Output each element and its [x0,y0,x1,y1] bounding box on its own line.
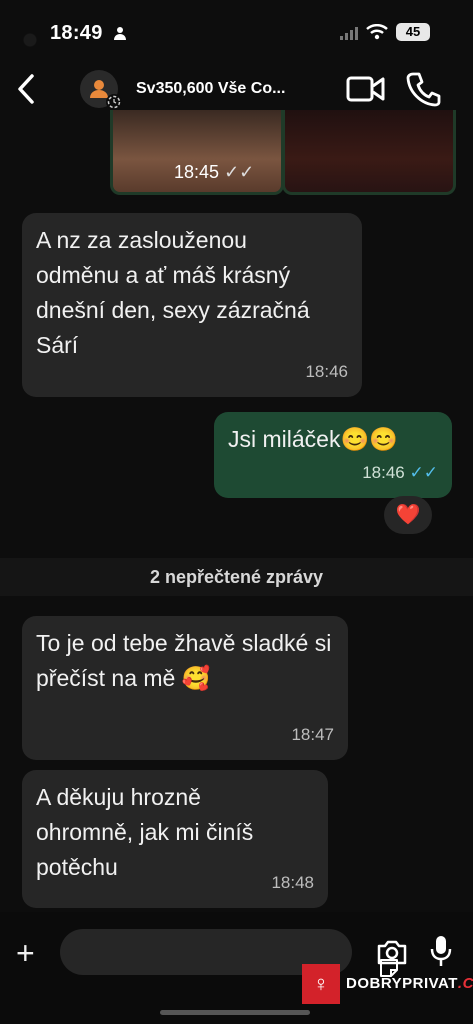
disappearing-timer-icon [106,94,122,110]
battery-indicator: 45 [396,23,430,41]
cellular-signal-icon [340,27,358,40]
watermark-logo: ♀ DOBRYPRIVAT.CZ [302,962,473,1006]
read-receipt-icon: ✓✓ [409,463,439,482]
person-icon [114,27,126,40]
message-bubble-incoming[interactable]: A nz za zaslouženou odměnu a ať máš krás… [22,213,362,397]
status-bar: 18:49 45 [0,0,473,64]
message-timestamp: 18:47 [291,725,334,744]
watermark-tld: .CZ [457,975,473,992]
message-meta: 18:46 ✓✓ [362,455,438,490]
chat-header: Sv350,600 Vše Co... [0,64,473,116]
message-bubble-incoming[interactable]: A děkuju hrozně ohromně, jak mi činíš po… [22,770,328,908]
message-bubble-incoming[interactable]: To je od tebe žhavě sladké si přečíst na… [22,616,348,760]
back-chevron-icon[interactable] [12,72,42,106]
attach-plus-icon[interactable]: + [16,937,35,969]
heart-reaction[interactable]: ❤️ [384,496,432,534]
photo-timestamp: 18:45 ✓✓ [174,162,255,182]
watermark-text: DOBRYPRIVAT.CZ [346,975,473,992]
photo-thumbnail[interactable] [282,110,456,195]
message-text: A nz za zaslouženou odměnu a ať máš krás… [36,227,310,358]
photo-messages: 18:45 ✓✓ [110,110,460,195]
wifi-icon [366,24,388,40]
message-timestamp: 18:46 [305,362,348,381]
message-text: To je od tebe žhavě sladké si přečíst na… [36,630,332,691]
message-bubble-outgoing[interactable]: Jsi miláček😊😊 18:46 ✓✓ [214,412,452,498]
phone-call-icon[interactable] [405,70,441,108]
home-indicator [160,1010,310,1015]
unread-messages-divider: 2 nepřečtené zprávy [0,558,473,596]
message-text: A děkuju hrozně ohromně, jak mi činíš po… [36,784,254,880]
message-timestamp: 18:46 [362,463,405,482]
video-call-icon[interactable] [346,72,386,106]
status-time: 18:49 [50,22,103,44]
message-text: Jsi miláček😊😊 [228,426,398,452]
watermark-brand: DOBRYPRIVAT [346,975,458,992]
logo-mark-icon: ♀ [302,964,340,1004]
message-timestamp: 18:48 [271,873,314,892]
chat-title[interactable]: Sv350,600 Vše Co... [136,80,336,98]
